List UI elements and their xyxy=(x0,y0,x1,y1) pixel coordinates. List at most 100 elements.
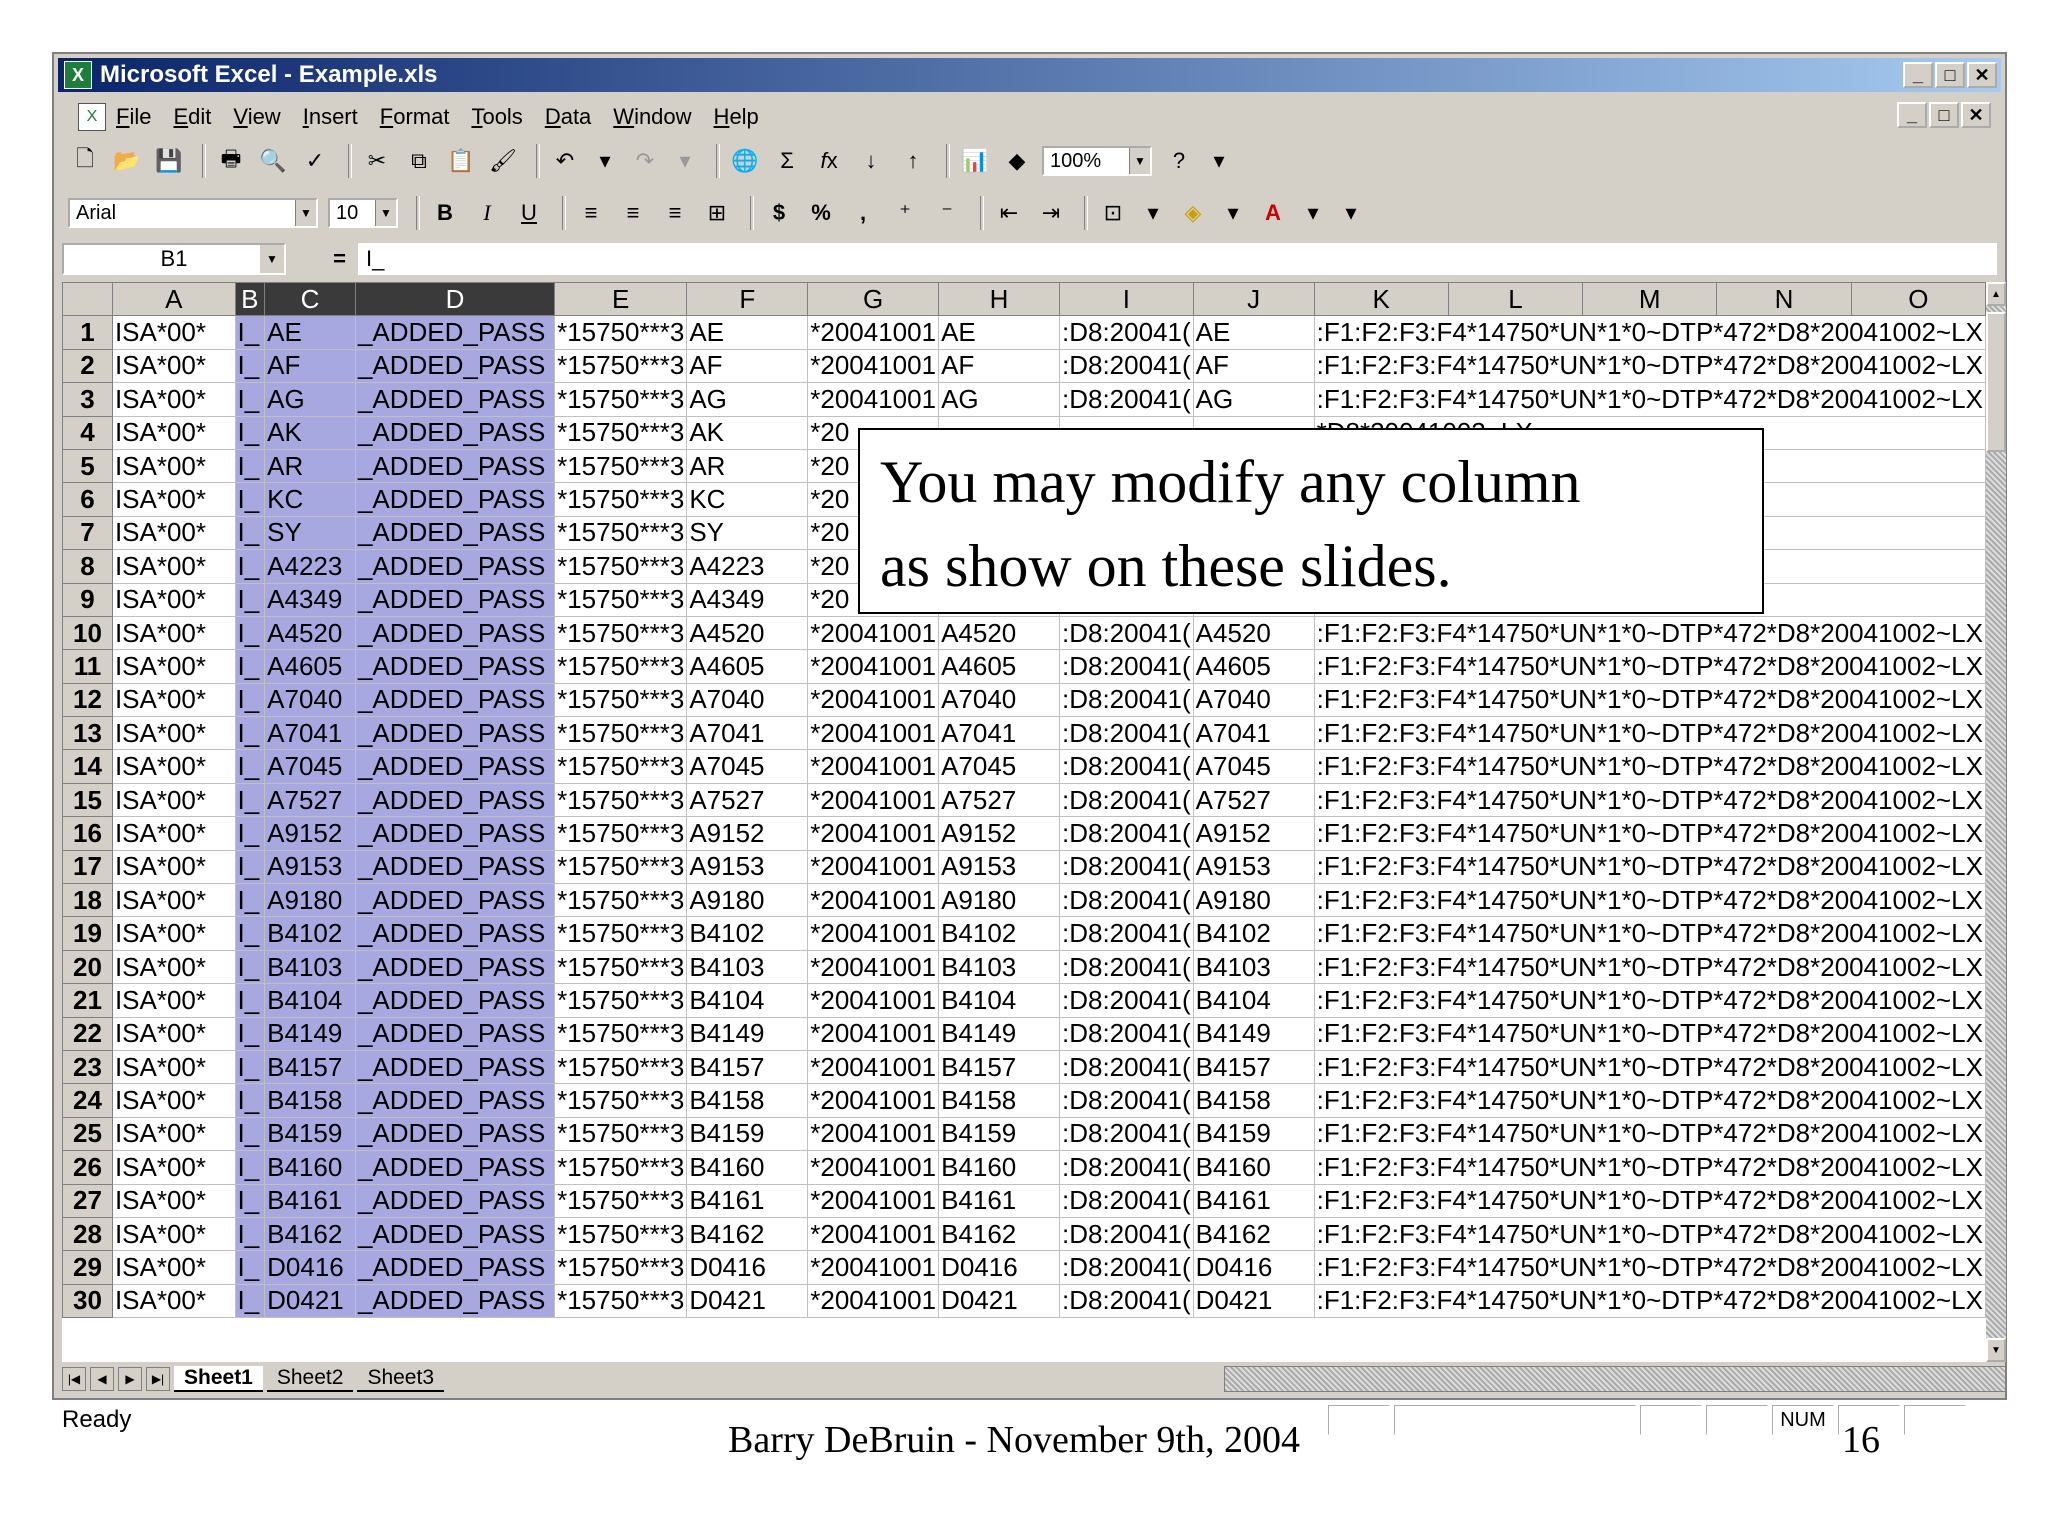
cell-g[interactable]: *20041001 xyxy=(807,749,940,784)
cell-d[interactable]: _ADDED_PASS xyxy=(355,883,556,918)
cell-c[interactable]: AG xyxy=(264,382,356,417)
cell-e[interactable]: *15750***3 xyxy=(554,950,688,985)
cell-a[interactable]: ISA*00* xyxy=(112,950,236,985)
cell-j[interactable]: B4149 xyxy=(1193,1017,1315,1051)
cell-k[interactable]: :F1:F2:F3:F4*14750*UN*1*0~DTP*472*D8*200… xyxy=(1314,1184,1986,1218)
cell-g[interactable]: *20041001 xyxy=(807,1050,940,1085)
row-header[interactable]: 12 xyxy=(62,682,113,718)
row-header[interactable]: 10 xyxy=(62,615,113,651)
cell-f[interactable]: D0421 xyxy=(686,1284,809,1319)
cell-i[interactable]: :D8:20041( xyxy=(1059,950,1194,985)
undo-icon[interactable]: ↶ xyxy=(548,144,582,178)
font-select[interactable]: Arial ▼ xyxy=(68,198,318,228)
cell-k[interactable]: :F1:F2:F3:F4*14750*UN*1*0~DTP*472*D8*200… xyxy=(1314,983,1986,1018)
font-color-icon[interactable]: A xyxy=(1256,196,1290,230)
cell-f[interactable]: AE xyxy=(686,315,809,350)
comma-button[interactable]: , xyxy=(846,196,880,230)
menu-data[interactable]: Data xyxy=(545,104,591,130)
row-header[interactable]: 21 xyxy=(62,983,113,1018)
cell-c[interactable]: SY xyxy=(264,516,356,551)
cell-b[interactable]: I_ xyxy=(235,416,266,450)
row-header[interactable]: 3 xyxy=(62,382,113,417)
chart-wizard-icon[interactable]: 📊 xyxy=(958,144,992,178)
cell-e[interactable]: *15750***3 xyxy=(554,1083,688,1118)
cell-g[interactable]: *20041001 xyxy=(807,716,940,751)
cell-h[interactable]: B4158 xyxy=(938,1083,1060,1118)
cell-a[interactable]: ISA*00* xyxy=(112,1217,236,1252)
cell-g[interactable]: *20041001 xyxy=(807,950,940,985)
cell-e[interactable]: *15750***3 xyxy=(554,783,688,818)
open-icon[interactable]: 📂 xyxy=(110,144,144,178)
cell-a[interactable]: ISA*00* xyxy=(112,549,236,584)
cell-b[interactable]: I_ xyxy=(235,349,266,384)
cell-k[interactable]: :F1:F2:F3:F4*14750*UN*1*0~DTP*472*D8*200… xyxy=(1314,1250,1986,1285)
decrease-decimal-icon[interactable]: ⁻ xyxy=(930,196,964,230)
cell-h[interactable]: B4162 xyxy=(938,1217,1060,1252)
format-options-icon[interactable]: ▾ xyxy=(1336,196,1366,230)
cell-j[interactable]: B4103 xyxy=(1193,950,1315,985)
cell-i[interactable]: :D8:20041( xyxy=(1059,816,1194,851)
last-sheet-icon[interactable]: ▶| xyxy=(146,1367,170,1391)
cell-h[interactable]: AF xyxy=(938,349,1060,384)
cell-g[interactable]: *20041001 xyxy=(807,883,940,918)
row-header[interactable]: 19 xyxy=(62,916,113,951)
cell-k[interactable]: :F1:F2:F3:F4*14750*UN*1*0~DTP*472*D8*200… xyxy=(1314,349,1986,384)
cell-h[interactable]: B4160 xyxy=(938,1150,1060,1185)
cell-g[interactable]: *20041001 xyxy=(807,1284,940,1319)
cell-i[interactable]: :D8:20041( xyxy=(1059,315,1194,350)
chevron-down-icon[interactable]: ▼ xyxy=(375,200,396,226)
cell-g[interactable]: *20041001 xyxy=(807,1217,940,1252)
cell-g[interactable]: *20041001 xyxy=(807,1017,940,1051)
cell-e[interactable]: *15750***3 xyxy=(554,482,688,517)
cell-c[interactable]: A4605 xyxy=(264,649,356,684)
cell-c[interactable]: B4161 xyxy=(264,1184,356,1218)
cell-j[interactable]: B4159 xyxy=(1193,1117,1315,1152)
cell-f[interactable]: A4349 xyxy=(686,583,809,617)
cell-j[interactable]: A9153 xyxy=(1193,850,1315,885)
cell-f[interactable]: AG xyxy=(686,382,809,417)
cell-d[interactable]: _ADDED_PASS xyxy=(355,1050,556,1085)
row-header[interactable]: 15 xyxy=(62,782,113,818)
cell-f[interactable]: A9152 xyxy=(686,816,809,851)
cell-d[interactable]: _ADDED_PASS xyxy=(355,783,556,818)
cell-c[interactable]: B4103 xyxy=(264,950,356,985)
cell-j[interactable]: A7040 xyxy=(1193,683,1315,718)
cell-h[interactable]: B4103 xyxy=(938,950,1060,985)
cell-c[interactable]: A7041 xyxy=(264,716,356,751)
cell-g[interactable]: *20041001 xyxy=(807,616,940,651)
cell-d[interactable]: _ADDED_PASS xyxy=(355,482,556,517)
chevron-down-icon[interactable]: ▼ xyxy=(295,200,316,226)
row-header[interactable]: 17 xyxy=(62,849,113,885)
row-header[interactable]: 7 xyxy=(62,515,113,551)
cell-c[interactable]: A7527 xyxy=(264,783,356,818)
cell-a[interactable]: ISA*00* xyxy=(112,416,236,450)
sort-ascending-icon[interactable]: ↓ xyxy=(854,144,888,178)
cell-f[interactable]: AR xyxy=(686,449,809,484)
cell-d[interactable]: _ADDED_PASS xyxy=(355,516,556,551)
cell-e[interactable]: *15750***3 xyxy=(554,716,688,751)
cell-k[interactable]: :F1:F2:F3:F4*14750*UN*1*0~DTP*472*D8*200… xyxy=(1314,1117,1986,1152)
cell-b[interactable]: I_ xyxy=(235,315,266,350)
cell-c[interactable]: B4157 xyxy=(264,1050,356,1085)
column-header-i[interactable]: I xyxy=(1059,282,1194,317)
cell-b[interactable]: I_ xyxy=(235,449,266,484)
cell-i[interactable]: :D8:20041( xyxy=(1059,616,1194,651)
cell-b[interactable]: I_ xyxy=(235,950,266,985)
cell-i[interactable]: :D8:20041( xyxy=(1059,1284,1194,1319)
cell-h[interactable]: D0421 xyxy=(938,1284,1060,1319)
cell-k[interactable]: :F1:F2:F3:F4*14750*UN*1*0~DTP*472*D8*200… xyxy=(1314,315,1986,350)
cell-f[interactable]: B4103 xyxy=(686,950,809,985)
minimize-button[interactable]: _ xyxy=(1903,62,1933,88)
cell-f[interactable]: A7045 xyxy=(686,749,809,784)
cell-g[interactable]: *20041001 xyxy=(807,1150,940,1185)
cell-j[interactable]: AE xyxy=(1193,315,1315,350)
borders-icon[interactable]: ⊡ xyxy=(1096,196,1130,230)
menu-view[interactable]: View xyxy=(233,104,280,130)
toolbar-options-icon[interactable]: ▾ xyxy=(1204,144,1234,178)
cell-f[interactable]: B4160 xyxy=(686,1150,809,1185)
cell-g[interactable]: *20041001 xyxy=(807,916,940,951)
cell-b[interactable]: I_ xyxy=(235,749,266,784)
cell-k[interactable]: :F1:F2:F3:F4*14750*UN*1*0~DTP*472*D8*200… xyxy=(1314,883,1986,918)
menu-tools[interactable]: Tools xyxy=(471,104,522,130)
currency-button[interactable]: $ xyxy=(762,196,796,230)
